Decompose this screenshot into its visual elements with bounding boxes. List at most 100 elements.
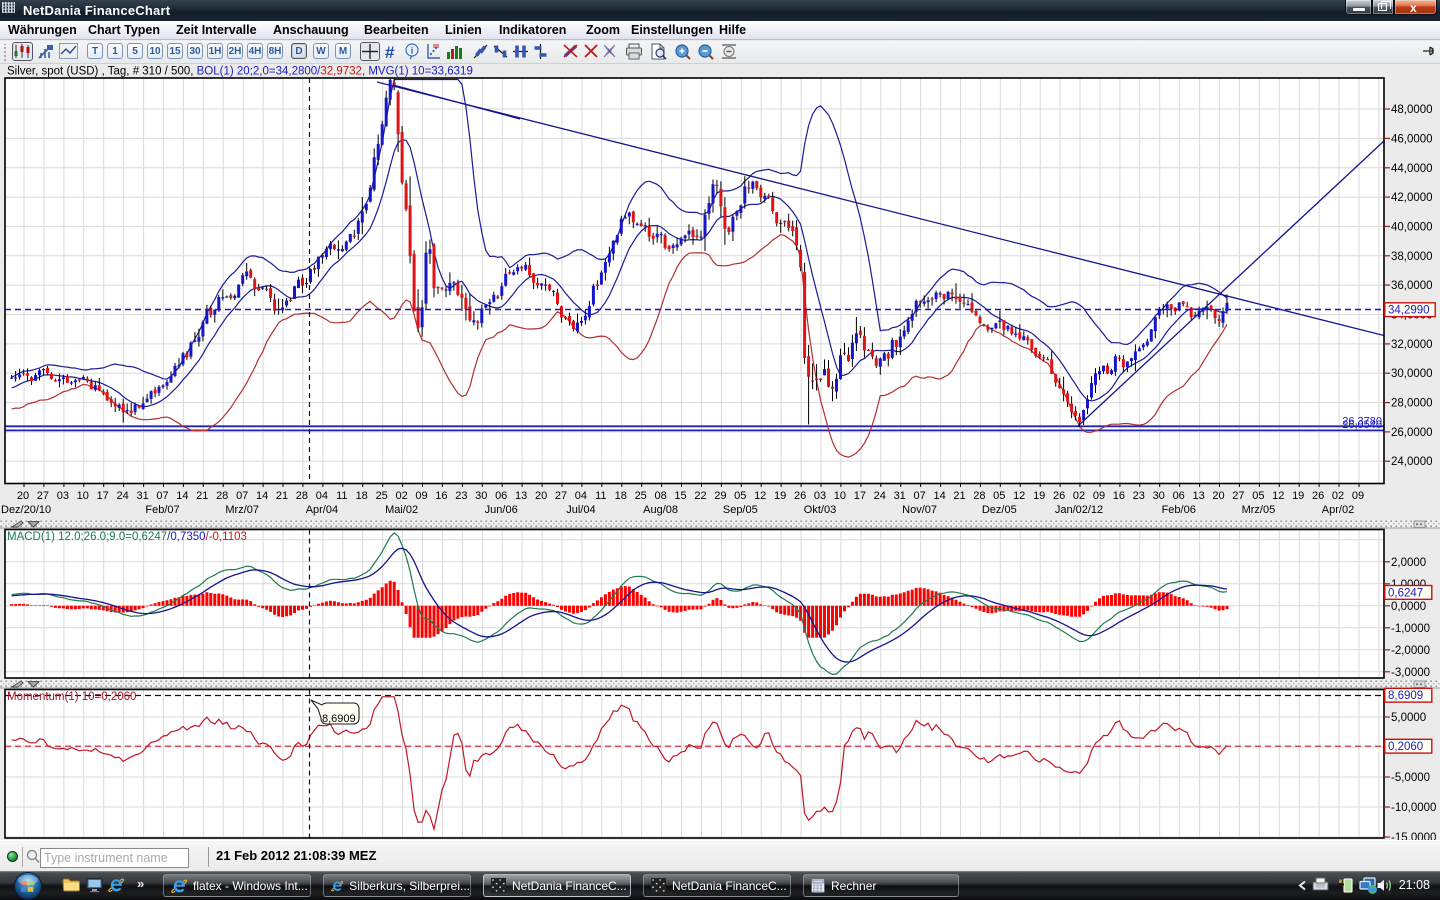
svg-text:28: 28 — [296, 490, 308, 502]
svg-text:40,0000: 40,0000 — [1391, 221, 1433, 233]
svg-text:19: 19 — [774, 490, 786, 502]
svg-text:46,0000: 46,0000 — [1391, 133, 1433, 145]
svg-text:18: 18 — [615, 490, 627, 502]
svg-text:28: 28 — [973, 490, 985, 502]
svg-text:Jan/02/12: Jan/02/12 — [1055, 504, 1103, 516]
svg-text:Jul/04: Jul/04 — [566, 504, 595, 516]
svg-text:32,0000: 32,0000 — [1391, 339, 1433, 351]
svg-text:26: 26 — [1053, 490, 1065, 502]
svg-text:06: 06 — [1173, 490, 1185, 502]
svg-text:05: 05 — [734, 490, 746, 502]
svg-text:12: 12 — [1013, 490, 1025, 502]
svg-text:20: 20 — [1212, 490, 1224, 502]
svg-text:26,0000: 26,0000 — [1391, 427, 1433, 439]
svg-text:27: 27 — [37, 490, 49, 502]
svg-text:30,0000: 30,0000 — [1391, 368, 1433, 380]
svg-text:09: 09 — [1093, 490, 1105, 502]
svg-text:07: 07 — [156, 490, 168, 502]
svg-text:20: 20 — [535, 490, 547, 502]
svg-text:12: 12 — [1272, 490, 1284, 502]
svg-text:26: 26 — [1312, 490, 1324, 502]
svg-text:MACD(1) 12.0;26.0;9.0=0,6247/0: MACD(1) 12.0;26.0;9.0=0,6247/0,7350/-0,1… — [7, 531, 247, 543]
svg-text:28,0000: 28,0000 — [1391, 398, 1433, 410]
svg-text:17: 17 — [854, 490, 866, 502]
svg-text:12: 12 — [754, 490, 766, 502]
svg-text:03: 03 — [814, 490, 826, 502]
svg-text:24,0000: 24,0000 — [1391, 456, 1433, 468]
svg-text:14: 14 — [933, 490, 945, 502]
svg-text:Silver, spot (USD) , Tag, # 31: Silver, spot (USD) , Tag, # 310 / 500, B… — [7, 66, 473, 78]
svg-text:Feb/06: Feb/06 — [1162, 504, 1196, 516]
svg-text:8,6909: 8,6909 — [1388, 690, 1423, 702]
svg-text:Sep/05: Sep/05 — [723, 504, 758, 516]
svg-text:0,2060: 0,2060 — [1388, 741, 1423, 753]
svg-text:-2,0000: -2,0000 — [1391, 645, 1430, 657]
svg-text:-15,0000: -15,0000 — [1391, 832, 1436, 840]
svg-text:02: 02 — [1073, 490, 1085, 502]
svg-text:24: 24 — [116, 490, 128, 502]
svg-text:Okt/03: Okt/03 — [804, 504, 836, 516]
svg-text:25: 25 — [376, 490, 388, 502]
svg-text:05: 05 — [993, 490, 1005, 502]
svg-text:-5,0000: -5,0000 — [1391, 772, 1430, 784]
svg-text:26: 26 — [794, 490, 806, 502]
svg-text:Mrz/05: Mrz/05 — [1242, 504, 1276, 516]
svg-text:Nov/07: Nov/07 — [902, 504, 937, 516]
svg-text:28: 28 — [216, 490, 228, 502]
svg-text:2,0000: 2,0000 — [1391, 557, 1426, 569]
svg-text:Dez/05: Dez/05 — [982, 504, 1017, 516]
svg-text:04: 04 — [575, 490, 587, 502]
svg-text:Dez/20/10: Dez/20/10 — [1, 504, 51, 516]
svg-text:14: 14 — [176, 490, 188, 502]
svg-text:Jun/06: Jun/06 — [485, 504, 518, 516]
svg-text:23: 23 — [455, 490, 467, 502]
svg-text:Apr/04: Apr/04 — [306, 504, 338, 516]
svg-text:21: 21 — [196, 490, 208, 502]
svg-text:07: 07 — [236, 490, 248, 502]
svg-text:-1,0000: -1,0000 — [1391, 623, 1430, 635]
svg-text:42,0000: 42,0000 — [1391, 192, 1433, 204]
svg-text:5,0000: 5,0000 — [1391, 712, 1426, 724]
svg-text:26,0540: 26,0540 — [1342, 419, 1382, 431]
svg-text:21: 21 — [953, 490, 965, 502]
svg-text:0,0000: 0,0000 — [1391, 601, 1426, 613]
svg-text:31: 31 — [894, 490, 906, 502]
svg-text:18: 18 — [356, 490, 368, 502]
svg-text:48,0000: 48,0000 — [1391, 104, 1433, 116]
svg-text:16: 16 — [1113, 490, 1125, 502]
svg-text:Feb/07: Feb/07 — [145, 504, 179, 516]
svg-text:0,6247: 0,6247 — [1388, 587, 1423, 599]
svg-text:11: 11 — [336, 490, 347, 502]
svg-text:05: 05 — [1252, 490, 1264, 502]
svg-text:09: 09 — [1352, 490, 1364, 502]
svg-text:Apr/02: Apr/02 — [1322, 504, 1354, 516]
svg-text:02: 02 — [395, 490, 407, 502]
svg-text:23: 23 — [1133, 490, 1145, 502]
svg-text:11: 11 — [595, 490, 606, 502]
svg-text:04: 04 — [316, 490, 328, 502]
svg-text:Momentum(1) 10=0,2060: Momentum(1) 10=0,2060 — [7, 691, 136, 703]
svg-text:15: 15 — [674, 490, 686, 502]
svg-text:16: 16 — [435, 490, 447, 502]
svg-text:-10,0000: -10,0000 — [1391, 802, 1436, 814]
svg-text:08: 08 — [654, 490, 666, 502]
svg-text:Mrz/07: Mrz/07 — [225, 504, 259, 516]
svg-text:27: 27 — [555, 490, 567, 502]
svg-text:10: 10 — [834, 490, 846, 502]
svg-text:07: 07 — [913, 490, 925, 502]
svg-text:30: 30 — [475, 490, 487, 502]
svg-text:44,0000: 44,0000 — [1391, 163, 1433, 175]
svg-text:8,6909: 8,6909 — [322, 713, 356, 725]
svg-text:31: 31 — [136, 490, 148, 502]
svg-text:36,0000: 36,0000 — [1391, 280, 1433, 292]
svg-text:14: 14 — [256, 490, 268, 502]
svg-text:38,0000: 38,0000 — [1391, 251, 1433, 263]
svg-text:13: 13 — [1192, 490, 1204, 502]
svg-text:24: 24 — [874, 490, 886, 502]
svg-text:29: 29 — [714, 490, 726, 502]
svg-text:06: 06 — [495, 490, 507, 502]
svg-text:17: 17 — [97, 490, 109, 502]
svg-text:10: 10 — [77, 490, 89, 502]
svg-text:03: 03 — [57, 490, 69, 502]
svg-text:-3,0000: -3,0000 — [1391, 667, 1430, 679]
